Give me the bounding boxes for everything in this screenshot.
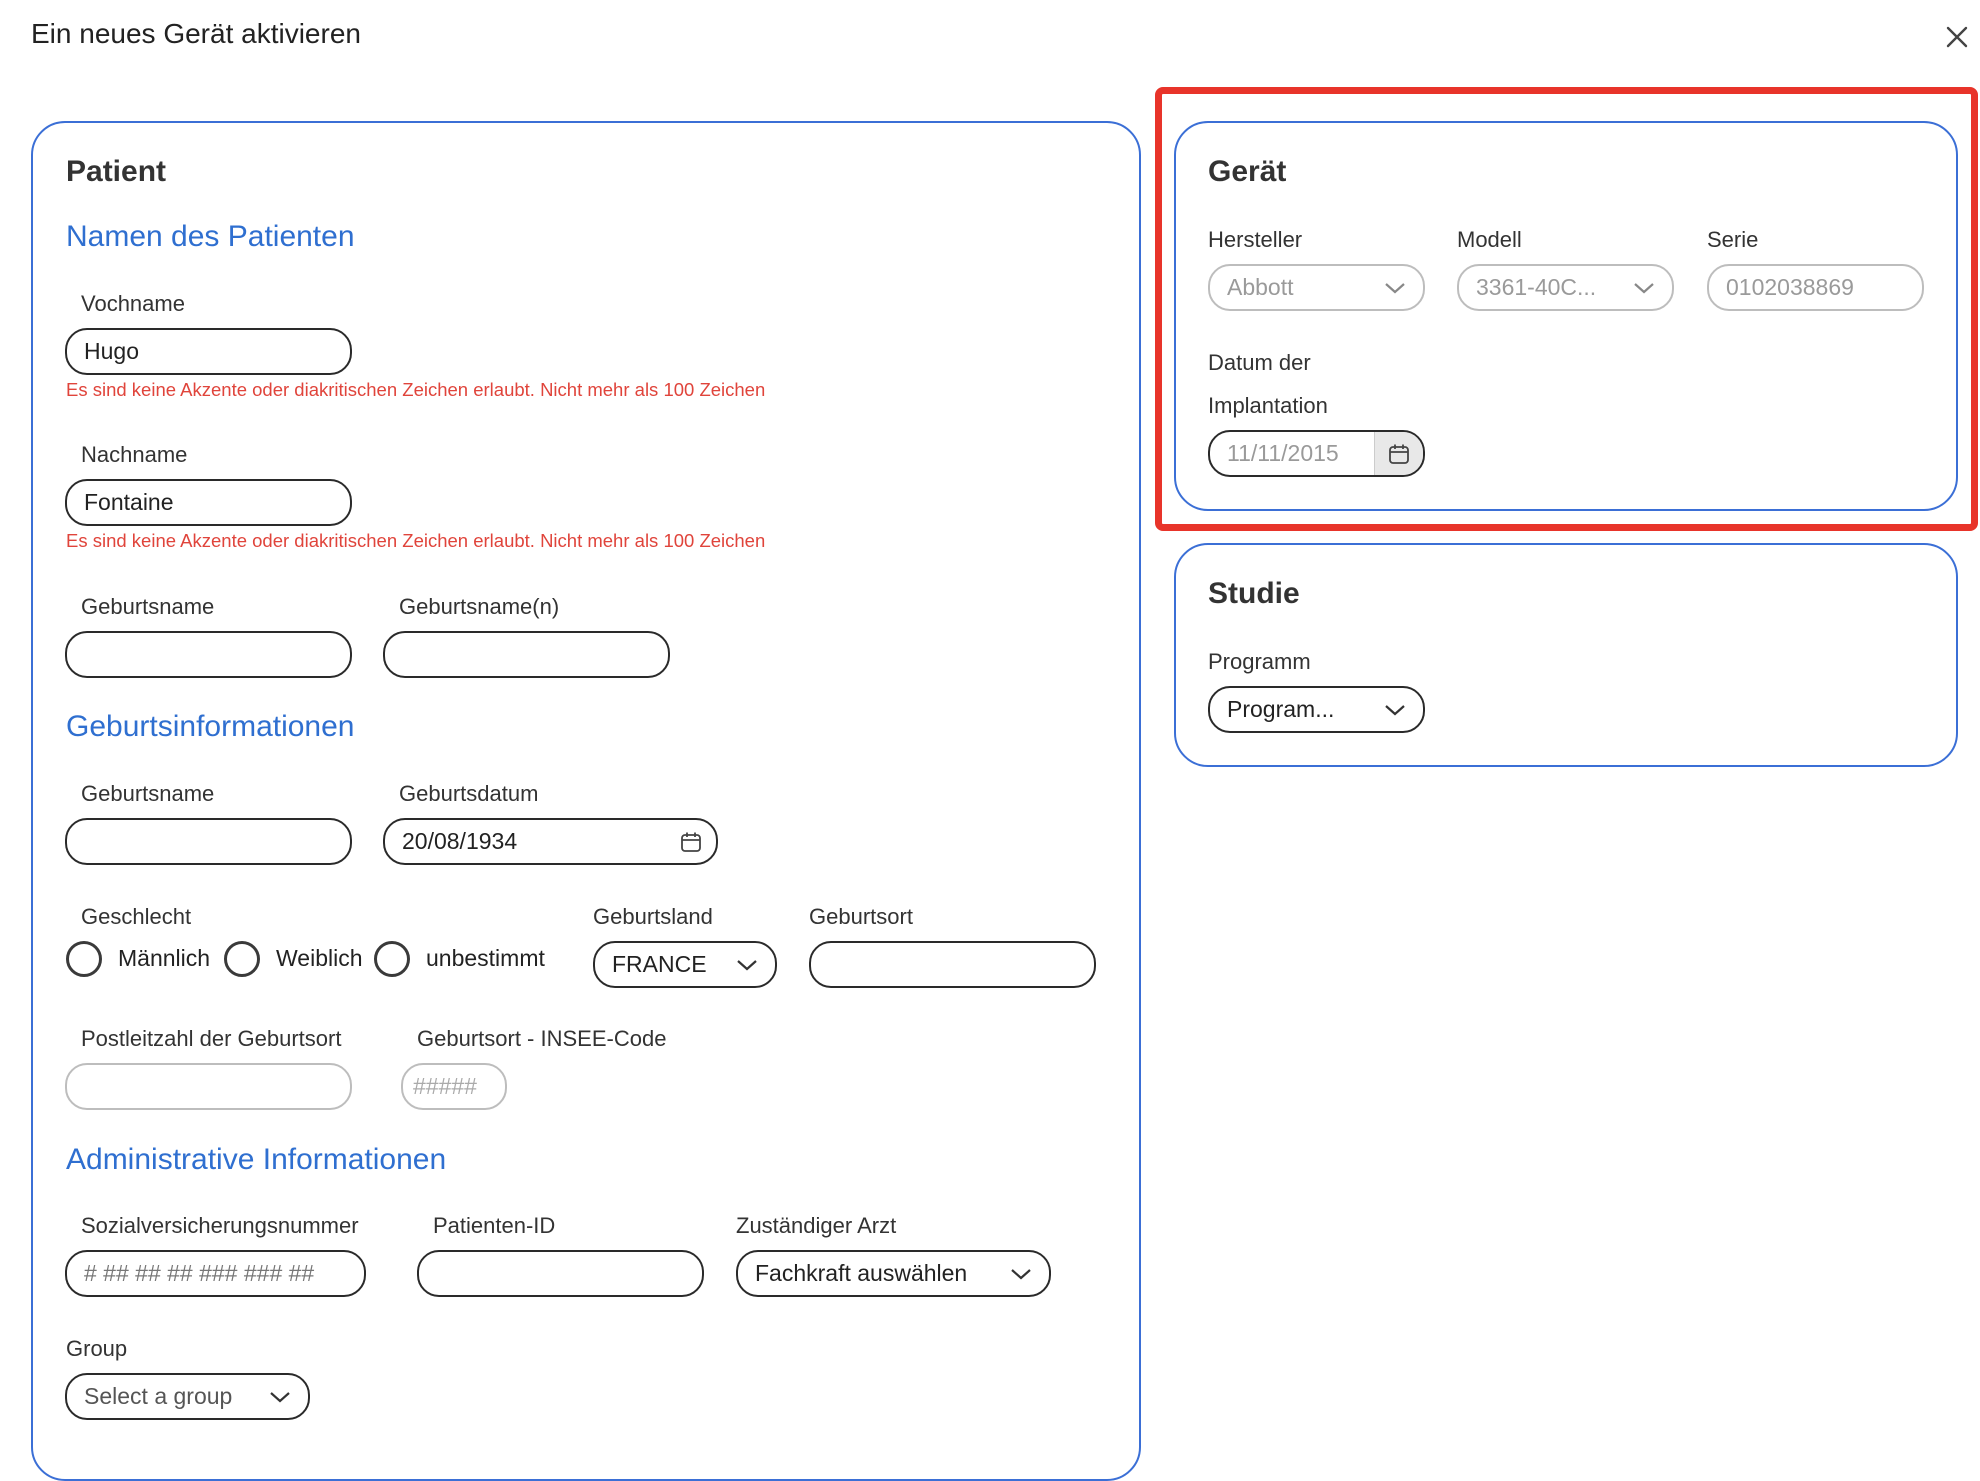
vorname-field[interactable] (65, 328, 352, 375)
study-card: Studie Programm Program... (1174, 543, 1958, 767)
birth-geburtsname-label: Geburtsname (81, 781, 215, 806)
geburtsort-label: Geburtsort (809, 904, 913, 929)
calendar-icon[interactable] (680, 831, 702, 853)
patient-id-field[interactable] (417, 1250, 704, 1297)
geburtsdatum-value: 20/08/1934 (402, 828, 518, 854)
programm-label: Programm (1208, 649, 1311, 674)
insee-label: Geburtsort - INSEE-Code (417, 1026, 667, 1051)
arzt-value: Fachkraft auswählen (755, 1260, 968, 1286)
patient-names-heading: Namen des Patienten (66, 220, 355, 253)
svn-field[interactable] (65, 1250, 366, 1297)
birth-geburtsname-field[interactable] (65, 818, 352, 865)
svn-label: Sozialversicherungsnummer (81, 1213, 359, 1238)
arzt-label: Zuständiger Arzt (736, 1213, 897, 1238)
patient-card-title: Patient (66, 155, 167, 188)
geburtsname-label: Geburtsname (81, 594, 215, 619)
dialog-title: Ein neues Gerät aktivieren (31, 18, 361, 49)
chevron-down-icon (1385, 704, 1405, 715)
radio-maennlich-label[interactable]: Männlich (118, 945, 210, 972)
group-value: Select a group (84, 1383, 233, 1409)
nachname-field[interactable] (65, 479, 352, 526)
geburtsland-select[interactable]: FRANCE (593, 941, 777, 988)
radio-weiblich-label[interactable]: Weiblich (276, 945, 363, 972)
group-label: Group (66, 1336, 128, 1361)
radio-unbestimmt[interactable] (374, 941, 410, 977)
chevron-down-icon (737, 959, 757, 970)
insee-field[interactable] (401, 1063, 507, 1110)
radio-maennlich[interactable] (66, 941, 102, 977)
nachname-error-text: Es sind keine Akzente oder diakritischen… (66, 530, 766, 551)
patient-id-label: Patienten-ID (433, 1213, 556, 1238)
chevron-down-icon (1011, 1268, 1031, 1279)
chevron-down-icon (270, 1391, 290, 1402)
geburtsdatum-label: Geburtsdatum (399, 781, 539, 806)
patient-card: Patient Namen des Patienten Vochname Es … (31, 121, 1141, 1481)
geburtsort-field[interactable] (809, 941, 1096, 988)
geburtsdatum-field[interactable]: 20/08/1934 (383, 818, 718, 865)
radio-weiblich[interactable] (224, 941, 260, 977)
radio-unbestimmt-label[interactable]: unbestimmt (426, 945, 545, 972)
highlight-box (1155, 87, 1978, 531)
arzt-select[interactable]: Fachkraft auswählen (736, 1250, 1051, 1297)
plz-label: Postleitzahl der Geburtsort (81, 1026, 342, 1051)
close-icon[interactable] (1942, 22, 1972, 52)
vorname-error-text: Es sind keine Akzente oder diakritischen… (66, 379, 766, 400)
vorname-label: Vochname (81, 291, 185, 316)
plz-field[interactable] (65, 1063, 352, 1110)
nachname-label: Nachname (81, 442, 188, 467)
group-select[interactable]: Select a group (65, 1373, 310, 1420)
geburtsnamen-label: Geburtsname(n) (399, 594, 560, 619)
study-card-title: Studie (1208, 577, 1300, 610)
admin-info-heading: Administrative Informationen (66, 1143, 447, 1176)
geburtsland-label: Geburtsland (593, 904, 713, 929)
programm-value: Program... (1227, 696, 1335, 722)
birth-info-heading: Geburtsinformationen (66, 710, 355, 743)
geburtsland-value: FRANCE (612, 951, 707, 977)
geburtsname-field[interactable] (65, 631, 352, 678)
geschlecht-label: Geschlecht (81, 904, 192, 929)
programm-select[interactable]: Program... (1208, 686, 1425, 733)
geburtsnamen-field[interactable] (383, 631, 670, 678)
